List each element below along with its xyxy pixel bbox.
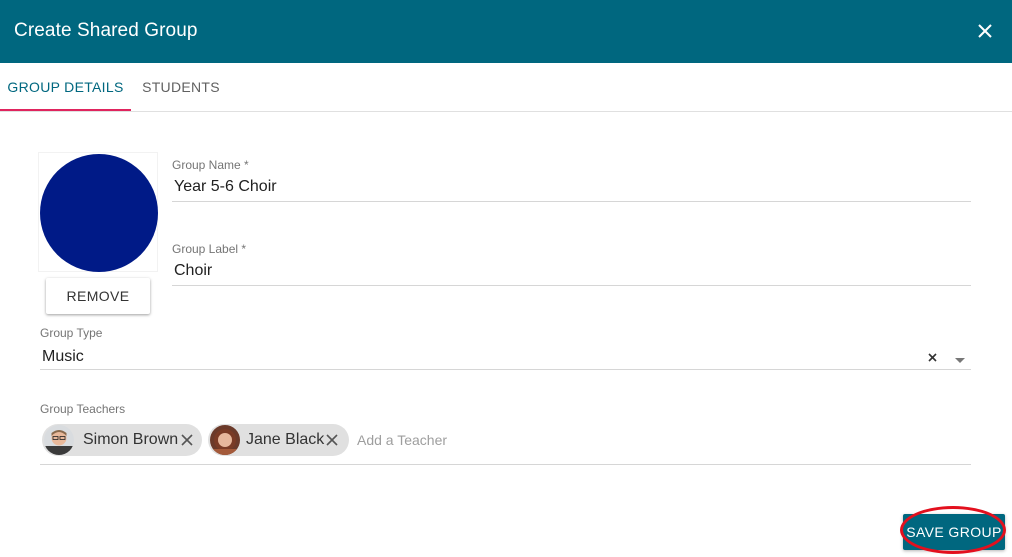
group-label-value[interactable]: Choir <box>174 262 212 280</box>
group-type-label: Group Type <box>40 326 103 340</box>
teacher-name: Jane Black <box>246 431 325 448</box>
tab-bar: GROUP DETAILS STUDENTS <box>0 63 1012 112</box>
group-name-field[interactable]: Group Name * Year 5-6 Choir <box>172 156 971 202</box>
remove-avatar-button[interactable]: REMOVE <box>46 278 150 314</box>
dialog-title: Create Shared Group <box>14 20 198 41</box>
group-teachers-label: Group Teachers <box>40 402 126 416</box>
teacher-name: Simon Brown <box>83 431 179 448</box>
dropdown-arrow-icon[interactable] <box>954 352 966 363</box>
teacher-chip-simon-brown[interactable]: Simon Brown <box>42 424 202 456</box>
tab-group-details[interactable]: GROUP DETAILS <box>0 63 131 111</box>
group-name-label: Group Name * <box>172 158 249 172</box>
teacher-avatar <box>210 425 240 455</box>
save-group-button[interactable]: SAVE GROUP <box>903 514 1005 550</box>
group-type-select[interactable]: Group Type Music <box>40 324 971 370</box>
group-label-field[interactable]: Group Label * Choir <box>172 240 971 286</box>
add-teacher-input[interactable] <box>357 432 657 448</box>
teacher-chip-jane-black[interactable]: Jane Black <box>208 424 349 456</box>
remove-chip-icon[interactable] <box>324 432 340 448</box>
remove-chip-icon[interactable] <box>179 432 195 448</box>
group-avatar[interactable] <box>38 152 158 272</box>
group-color-circle <box>40 154 158 272</box>
group-label-label: Group Label * <box>172 242 247 256</box>
clear-icon[interactable] <box>927 350 939 362</box>
tab-students[interactable]: STUDENTS <box>131 63 231 111</box>
close-icon[interactable] <box>972 18 998 44</box>
teacher-avatar <box>44 425 74 455</box>
group-name-value[interactable]: Year 5-6 Choir <box>174 178 277 196</box>
group-type-value: Music <box>42 348 84 365</box>
dialog-header: Create Shared Group <box>0 0 1012 63</box>
